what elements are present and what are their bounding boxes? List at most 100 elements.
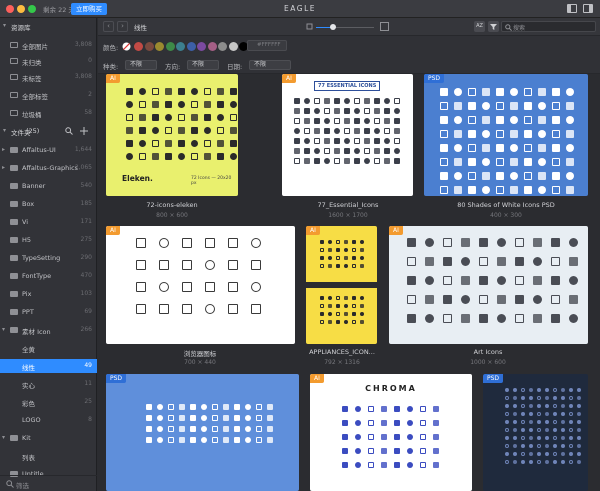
color-swatch[interactable] bbox=[165, 42, 175, 51]
folder-pix[interactable]: Pix 103 bbox=[0, 287, 97, 301]
hex-color-input[interactable]: #FFFFFF bbox=[247, 40, 287, 51]
back-button[interactable]: ‹ bbox=[103, 21, 114, 32]
thumb-glyph bbox=[364, 98, 370, 104]
chevron-down-icon[interactable]: ▾ bbox=[3, 22, 6, 29]
sidebar-item-all-tags[interactable]: 全部标签 2 bbox=[0, 88, 97, 102]
color-swatch[interactable] bbox=[218, 42, 227, 51]
thumb-glyph bbox=[294, 108, 300, 114]
thumb-glyph bbox=[152, 88, 159, 95]
date-filter-select[interactable]: 不限 bbox=[249, 60, 291, 70]
asset-thumb-browser-icons[interactable]: AI bbox=[106, 226, 295, 344]
color-swatch[interactable] bbox=[228, 42, 238, 51]
subfolder-linear[interactable]: 线性 49 bbox=[0, 359, 97, 373]
asset-thumb-72-icons-eleken[interactable]: AI Eleken. 72 Icons — 20x20 px bbox=[106, 74, 238, 196]
subfolder-color[interactable]: 彩色 25 bbox=[0, 395, 97, 409]
thumb-title-text: CHROMA bbox=[365, 384, 417, 393]
thumb-glyph bbox=[577, 428, 581, 432]
subfolder-all-yellow[interactable]: 全黄 bbox=[0, 341, 97, 355]
thumb-glyph bbox=[505, 412, 509, 416]
forward-button[interactable]: › bbox=[117, 21, 128, 32]
filter-toggle-button[interactable] bbox=[488, 21, 499, 32]
direction-filter-select[interactable]: 不限 bbox=[187, 60, 219, 70]
no-color-icon[interactable] bbox=[122, 42, 131, 51]
folders-section-header[interactable]: ▾ 文件夹 (25) bbox=[0, 124, 97, 138]
thumb-glyph bbox=[482, 144, 490, 152]
folder-h5[interactable]: H5 275 bbox=[0, 233, 97, 247]
folder-icon bbox=[10, 309, 18, 315]
chevron-down-icon[interactable]: ▾ bbox=[2, 434, 5, 441]
asset-thumb-art-icons[interactable]: AI bbox=[389, 226, 588, 344]
thumb-glyph bbox=[381, 420, 387, 426]
subfolder-logo[interactable]: LOGO 8 bbox=[0, 413, 97, 427]
thumb-glyph bbox=[440, 130, 448, 138]
thumb-glyph bbox=[234, 415, 240, 421]
subfolder-solid[interactable]: 实心 11 bbox=[0, 377, 97, 391]
color-swatch[interactable] bbox=[197, 42, 206, 51]
sidebar-item-all-images[interactable]: 全部图片 3,808 bbox=[0, 38, 97, 52]
sidebar-item-label: FontType bbox=[22, 272, 52, 280]
thumb-glyph bbox=[314, 138, 320, 144]
thumb-glyph bbox=[552, 186, 560, 194]
toggle-sidebar-icon[interactable] bbox=[567, 4, 577, 13]
folder-banner[interactable]: Banner 540 bbox=[0, 179, 97, 193]
folder-vi[interactable]: Vi 171 bbox=[0, 215, 97, 229]
subfolder-list[interactable]: 列表 bbox=[0, 449, 97, 463]
thumb-glyph bbox=[384, 158, 390, 164]
thumbnail-small-icon bbox=[306, 23, 313, 30]
folder-fonttype[interactable]: FontType 470 bbox=[0, 269, 97, 283]
search-input[interactable]: 搜索 bbox=[501, 21, 596, 32]
folder-affaltus-ui[interactable]: ▸ Affaltus-UI 1,644 bbox=[0, 143, 97, 157]
asset-thumb-77-essential-icons[interactable]: AI 77 ESSENTIAL ICONS bbox=[282, 74, 413, 196]
folder-typesetting[interactable]: TypeSetting 290 bbox=[0, 251, 97, 265]
type-filter-select[interactable]: 不限 bbox=[125, 60, 157, 70]
color-swatch[interactable] bbox=[176, 42, 185, 51]
zoom-slider-handle[interactable] bbox=[330, 24, 336, 30]
toggle-inspector-icon[interactable] bbox=[583, 4, 593, 13]
thumb-glyph bbox=[328, 264, 332, 268]
thumb-glyph bbox=[510, 144, 518, 152]
sidebar-item-untagged[interactable]: 未标签 3,808 bbox=[0, 70, 97, 84]
thumb-glyph bbox=[165, 101, 172, 108]
thumb-glyph bbox=[267, 437, 273, 443]
sort-button[interactable]: AZ bbox=[474, 21, 485, 32]
sidebar-item-count: 0 bbox=[88, 57, 92, 64]
chevron-down-icon[interactable]: ▾ bbox=[3, 127, 6, 134]
sidebar-item-uncategorized[interactable]: 未归类 0 bbox=[0, 54, 97, 68]
sidebar-item-trash[interactable]: 垃圾桶 58 bbox=[0, 106, 97, 120]
color-swatch[interactable] bbox=[144, 42, 154, 51]
thumb-glyph bbox=[569, 295, 578, 304]
folder-affaltus-graphics[interactable]: ▸ Affaltus-Graphics 2,065 bbox=[0, 161, 97, 175]
thumb-glyph bbox=[505, 460, 509, 464]
thumb-glyph bbox=[533, 314, 542, 323]
library-section-header[interactable]: ▾ 资源库 bbox=[0, 19, 97, 33]
asset-thumb-blue-white-icons[interactable]: PSD bbox=[106, 374, 299, 491]
asset-thumb-appliances-icons[interactable]: AI bbox=[306, 226, 377, 344]
chevron-right-icon[interactable]: ▸ bbox=[2, 146, 5, 153]
folder-ppt[interactable]: PPT 69 bbox=[0, 305, 97, 319]
color-swatch[interactable] bbox=[155, 42, 164, 51]
thumb-glyph bbox=[204, 101, 211, 108]
folder-kit[interactable]: ▾ Kit bbox=[0, 431, 97, 445]
color-swatch[interactable] bbox=[207, 42, 217, 51]
thumb-glyph bbox=[577, 404, 581, 408]
asset-thumb-dark-icons[interactable]: PSD bbox=[483, 374, 588, 491]
add-folder-icon[interactable] bbox=[80, 127, 88, 135]
thumb-glyph bbox=[336, 248, 340, 252]
sidebar-filter[interactable]: 筛选 bbox=[0, 475, 97, 491]
color-swatch[interactable] bbox=[186, 42, 196, 51]
folder-icon-assets[interactable]: ▾ 素材 Icon 266 bbox=[0, 323, 97, 337]
chevron-right-icon[interactable]: ▸ bbox=[2, 164, 5, 171]
color-swatch[interactable] bbox=[134, 42, 143, 51]
thumb-glyph bbox=[314, 118, 320, 124]
search-icon[interactable] bbox=[65, 127, 73, 135]
thumb-glyph bbox=[513, 460, 517, 464]
thumb-glyph bbox=[168, 426, 174, 432]
folder-box[interactable]: Box 185 bbox=[0, 197, 97, 211]
asset-thumb-80-shades-white-icons[interactable]: PSD bbox=[424, 74, 588, 196]
chevron-down-icon[interactable]: ▾ bbox=[2, 326, 5, 333]
sidebar-item-label: 未归类 bbox=[22, 59, 42, 67]
thumb-glyph bbox=[420, 448, 426, 454]
asset-thumb-chroma-icons[interactable]: AI CHROMA bbox=[310, 374, 472, 491]
thumb-glyph bbox=[545, 388, 549, 392]
thumb-glyph bbox=[360, 248, 364, 252]
